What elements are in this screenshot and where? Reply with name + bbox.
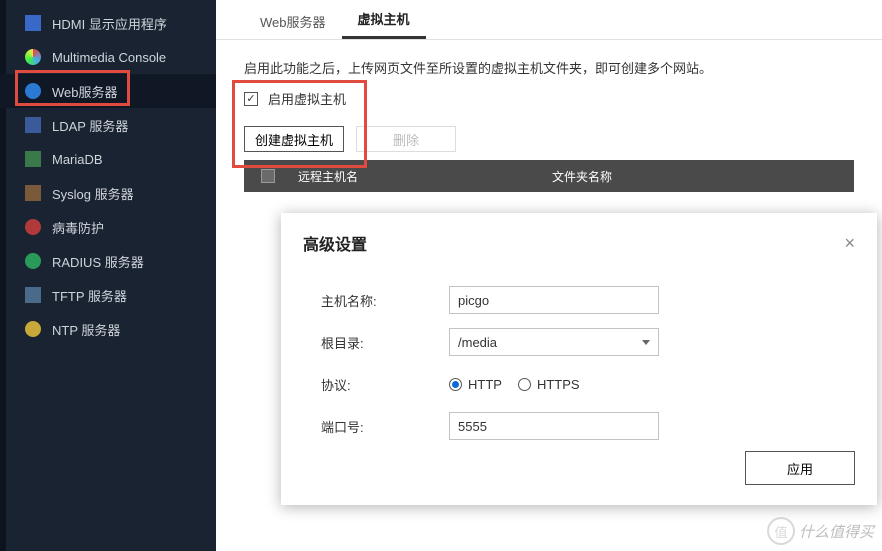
delete-vhost-button[interactable]: 删除 xyxy=(356,126,456,152)
watermark-text: 什么值得买 xyxy=(799,521,874,542)
sidebar-item-label: Multimedia Console xyxy=(52,50,166,65)
globe-icon xyxy=(24,82,42,100)
sidebar-item-label: LDAP 服务器 xyxy=(52,116,128,135)
ldap-icon xyxy=(24,116,42,134)
watermark: 值 什么值得买 xyxy=(767,517,874,545)
sidebar-item-label: 病毒防护 xyxy=(52,218,104,237)
database-icon xyxy=(24,150,42,168)
clock-icon xyxy=(24,320,42,338)
hostname-input[interactable] xyxy=(449,286,659,314)
sidebar-item-hdmi[interactable]: HDMI 显示应用程序 xyxy=(0,6,216,40)
column-hostname[interactable]: 远程主机名 xyxy=(292,168,552,185)
hdmi-icon xyxy=(24,14,42,32)
sidebar-item-syslog[interactable]: Syslog 服务器 xyxy=(0,176,216,210)
sidebar-item-label: Web服务器 xyxy=(52,82,118,101)
protocol-label: 协议: xyxy=(321,375,449,394)
table-header: 远程主机名 文件夹名称 xyxy=(244,160,854,192)
sidebar-item-label: Syslog 服务器 xyxy=(52,184,134,203)
protocol-https-radio[interactable]: HTTPS xyxy=(518,377,580,392)
sidebar-item-ntp[interactable]: NTP 服务器 xyxy=(0,312,216,346)
sidebar-item-mariadb[interactable]: MariaDB xyxy=(0,142,216,176)
column-folder[interactable]: 文件夹名称 xyxy=(552,168,854,185)
enable-vhost-label: 启用虚拟主机 xyxy=(268,89,346,108)
sidebar-item-antivirus[interactable]: 病毒防护 xyxy=(0,210,216,244)
tab-bar: Web服务器 虚拟主机 xyxy=(216,0,882,40)
sidebar: HDMI 显示应用程序 Multimedia Console Web服务器 LD… xyxy=(0,0,216,551)
sidebar-item-radius[interactable]: RADIUS 服务器 xyxy=(0,244,216,278)
rootdir-value: /media xyxy=(458,335,497,350)
description-text: 启用此功能之后，上传网页文件至所设置的虚拟主机文件夹，即可创建多个网站。 xyxy=(216,40,882,89)
shield-icon xyxy=(24,218,42,236)
radio-label: HTTPS xyxy=(537,377,580,392)
enable-vhost-checkbox[interactable]: ✓ xyxy=(244,92,258,106)
protocol-http-radio[interactable]: HTTP xyxy=(449,377,502,392)
multimedia-icon xyxy=(24,48,42,66)
syslog-icon xyxy=(24,184,42,202)
tab-web-server[interactable]: Web服务器 xyxy=(244,2,342,39)
port-label: 端口号: xyxy=(321,417,449,436)
dialog-title: 高级设置 xyxy=(303,231,367,255)
radio-label: HTTP xyxy=(468,377,502,392)
sidebar-item-tftp[interactable]: TFTP 服务器 xyxy=(0,278,216,312)
sidebar-item-label: HDMI 显示应用程序 xyxy=(52,14,167,33)
tftp-icon xyxy=(24,286,42,304)
sidebar-item-label: RADIUS 服务器 xyxy=(52,252,144,271)
sidebar-item-web-server[interactable]: Web服务器 xyxy=(0,74,216,108)
sidebar-item-label: MariaDB xyxy=(52,152,103,167)
radio-unchecked-icon xyxy=(518,378,531,391)
watermark-icon: 值 xyxy=(767,517,795,545)
chevron-down-icon xyxy=(642,340,650,345)
sidebar-item-label: TFTP 服务器 xyxy=(52,286,127,305)
radio-checked-icon xyxy=(449,378,462,391)
sidebar-item-multimedia[interactable]: Multimedia Console xyxy=(0,40,216,74)
radius-icon xyxy=(24,252,42,270)
rootdir-select[interactable]: /media xyxy=(449,328,659,356)
tab-virtual-host[interactable]: 虚拟主机 xyxy=(342,0,426,39)
select-all-checkbox[interactable] xyxy=(261,169,275,183)
port-input[interactable] xyxy=(449,412,659,440)
hostname-label: 主机名称: xyxy=(321,291,449,310)
create-vhost-button[interactable]: 创建虚拟主机 xyxy=(244,126,344,152)
advanced-settings-dialog: 高级设置 × 主机名称: 根目录: /media 协议: HTTP HTTPS … xyxy=(281,213,877,505)
sidebar-item-label: NTP 服务器 xyxy=(52,320,120,339)
sidebar-item-ldap[interactable]: LDAP 服务器 xyxy=(0,108,216,142)
close-icon[interactable]: × xyxy=(844,233,855,254)
rootdir-label: 根目录: xyxy=(321,333,449,352)
apply-button[interactable]: 应用 xyxy=(745,451,855,485)
